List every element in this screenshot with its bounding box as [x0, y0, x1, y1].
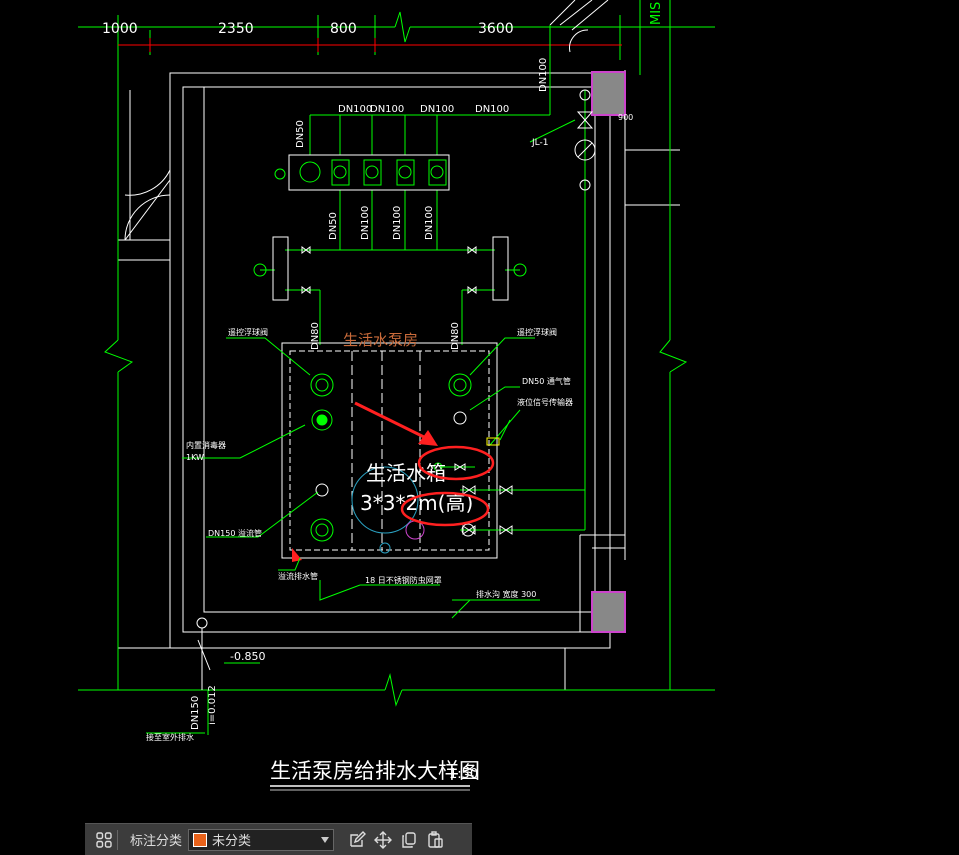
tank-partitions — [351, 351, 421, 550]
annotation-leaders — [146, 337, 540, 734]
pipe-dn50-top: DN50 — [295, 120, 306, 148]
dim-1000: 1000 — [102, 21, 138, 37]
pipe-dn50-low: DN50 — [328, 212, 339, 240]
door — [124, 169, 171, 241]
water-tank-inner — [289, 350, 490, 551]
annotation-toolbar: 标注分类 未分类 — [85, 823, 472, 855]
pipe-dn100-e: DN100 — [538, 58, 549, 92]
pipe-slope: i=0.012 — [207, 685, 218, 725]
drawing-scale: 1:50 — [449, 767, 478, 782]
paste-icon[interactable] — [422, 827, 448, 853]
label-trench: 排水沟 宽度 300 — [476, 589, 536, 599]
header-right — [492, 236, 509, 301]
label-float-left: 遥控浮球阀 — [228, 327, 268, 337]
label-liquid-level: 液位信号传输器 — [517, 397, 573, 407]
cad-drawing-canvas[interactable]: 1000 2350 800 3600 MIS JL-1 DN100 DN100 … — [0, 0, 959, 855]
category-dropdown[interactable]: 未分类 — [188, 828, 335, 851]
copy-icon[interactable] — [396, 827, 422, 853]
category-selected: 未分类 — [212, 834, 252, 849]
dim-2350: 2350 — [218, 21, 254, 37]
dim-3600: 3600 — [478, 21, 514, 37]
toolbar-label: 标注分类 — [130, 834, 183, 849]
pipe-dn100-d: DN100 — [475, 104, 509, 115]
pipe-dn80-right: DN80 — [450, 322, 461, 350]
jl-label: JL-1 — [531, 138, 548, 148]
tank-label-1: 生活水箱 — [366, 461, 446, 485]
pipe-dn100-low-a: DN100 — [360, 206, 371, 240]
pipe-dn100-low-c: DN100 — [424, 206, 435, 240]
pipe-dn100-b: DN100 — [370, 104, 404, 115]
label-heater: 内置消毒器 — [186, 440, 226, 450]
move-icon[interactable] — [370, 827, 396, 853]
label-float-right: 遥控浮球阀 — [517, 327, 557, 337]
label-elevation: -0.850 — [230, 650, 265, 663]
supply-pipes — [260, 25, 586, 531]
column-bottom-right — [591, 591, 626, 633]
category-color-swatch — [193, 832, 208, 847]
pumps — [299, 159, 447, 186]
label-drain: 溢流排水管 — [278, 571, 318, 581]
label-vent: DN50 通气管 — [522, 376, 571, 386]
red-dimension-line — [118, 38, 622, 52]
room-label: 生活水泵房 — [343, 331, 418, 349]
column-top-right — [591, 71, 626, 116]
tag-a — [274, 168, 286, 180]
small-valves — [301, 246, 477, 294]
label-heater-power: 1KW — [186, 453, 204, 462]
pipe-dn100-c: DN100 — [420, 104, 454, 115]
pipe-dn100-a: DN100 — [338, 104, 372, 115]
dim-800: 800 — [330, 21, 357, 37]
grid-apps-icon[interactable] — [91, 827, 117, 853]
label-gate: 18 日不锈钢防虫网罩 — [365, 575, 442, 585]
label-dim-900: 900 — [618, 113, 633, 122]
pipe-dn150: DN150 — [190, 696, 201, 730]
side-label: MIS — [649, 2, 664, 25]
chevron-down-icon — [321, 836, 330, 843]
drain-line — [196, 617, 211, 690]
pipe-dn100-low-b: DN100 — [392, 206, 403, 240]
label-overflow: DN150 溢流管 — [208, 528, 262, 538]
top-dimensions: 1000 2350 800 3600 — [102, 21, 514, 37]
toolbar-separator — [117, 829, 118, 850]
top-right-pipes — [549, 0, 609, 53]
label-outlet: 接至室外排水 — [146, 732, 194, 742]
header-left — [272, 236, 289, 301]
pipe-dn80-left: DN80 — [310, 322, 321, 350]
red-arrow-head — [418, 430, 438, 446]
red-arrow-shaft — [354, 401, 427, 440]
edit-icon[interactable] — [344, 827, 370, 853]
